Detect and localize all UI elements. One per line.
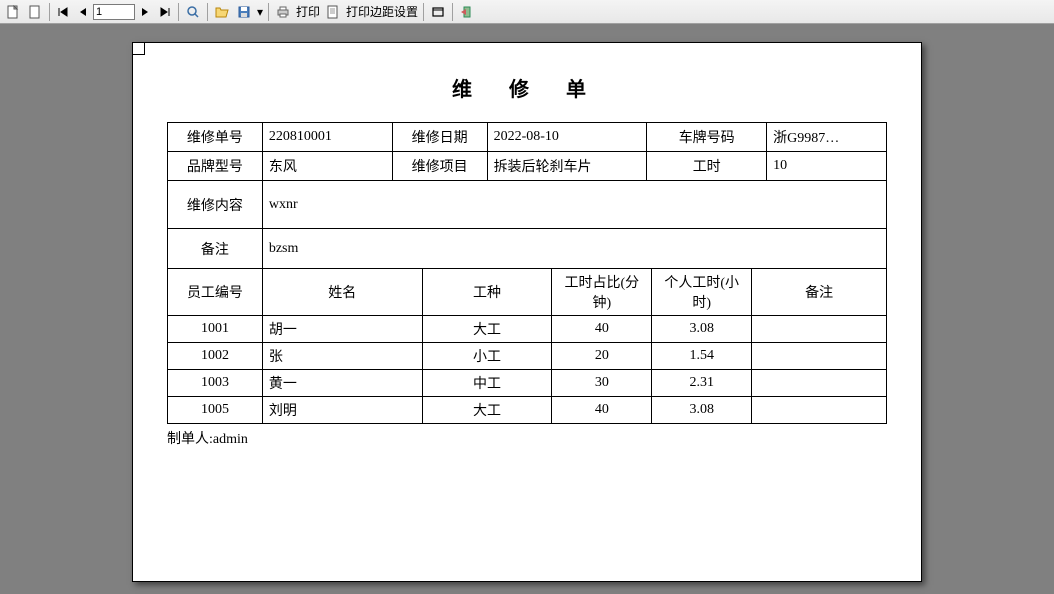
table-row: 1003黄一 中工302.31 <box>168 370 887 397</box>
value-plate-no: 浙G9987… <box>767 123 887 152</box>
first-page-icon[interactable] <box>53 2 73 22</box>
footer: 制单人:admin <box>167 428 887 448</box>
cell-no: 1001 <box>168 316 263 343</box>
emp-header-row: 员工编号 姓名 工种 工时占比(分钟) 个人工时(小时) 备注 <box>168 269 887 316</box>
cell-name: 胡一 <box>262 316 422 343</box>
info-row: 维修单号 220810001 维修日期 2022-08-10 车牌号码 浙G99… <box>168 123 887 152</box>
value-repair-content: wxnr <box>262 181 886 229</box>
table-row: 1002张小工201.54 <box>168 343 887 370</box>
preview-workspace: 维 修 单 维修单号 220810001 维修日期 2022-08-10 车牌号… <box>0 24 1054 594</box>
value-order-no: 220810001 <box>262 123 392 152</box>
cell-job: 中工 <box>422 370 552 397</box>
info-row: 备注 bzsm <box>168 229 887 269</box>
zoom-icon[interactable] <box>182 2 204 22</box>
cell-remark <box>752 343 887 370</box>
header-name: 姓名 <box>262 269 422 316</box>
toolbar: ▾ 打印 打印边距设置 <box>0 0 1054 24</box>
cell-name: 张 <box>262 343 422 370</box>
separator <box>423 3 424 21</box>
document-title: 维 修 单 <box>153 73 901 102</box>
label-plate-no: 车牌号码 <box>647 123 767 152</box>
cell-ratio: 40 <box>552 316 652 343</box>
value-repair-date: 2022-08-10 <box>487 123 647 152</box>
cell-ratio: 40 <box>552 397 652 424</box>
cell-hours: 1.54 <box>652 343 752 370</box>
separator <box>268 3 269 21</box>
margin-settings-label[interactable]: 打印边距设置 <box>344 3 420 20</box>
cell-hours: 2.31 <box>652 370 752 397</box>
document-page: 维 修 单 维修单号 220810001 维修日期 2022-08-10 车牌号… <box>132 42 922 582</box>
cell-job: 大工 <box>422 397 552 424</box>
header-emp-no: 员工编号 <box>168 269 263 316</box>
header-job-type: 工种 <box>422 269 552 316</box>
cell-ratio: 30 <box>552 370 652 397</box>
footer-value: admin <box>213 432 248 447</box>
info-row: 品牌型号 东风 维修项目 拆装后轮刹车片 工时 10 <box>168 152 887 181</box>
cell-hours: 3.08 <box>652 316 752 343</box>
cell-no: 1002 <box>168 343 263 370</box>
cell-remark <box>752 316 887 343</box>
open-folder-icon[interactable] <box>211 2 233 22</box>
cell-no: 1005 <box>168 397 263 424</box>
label-work-hours: 工时 <box>647 152 767 181</box>
label-brand-model: 品牌型号 <box>168 152 263 181</box>
header-remark: 备注 <box>752 269 887 316</box>
cell-hours: 3.08 <box>652 397 752 424</box>
value-remark: bzsm <box>262 229 886 269</box>
separator <box>178 3 179 21</box>
label-repair-item: 维修项目 <box>392 152 487 181</box>
info-table: 维修单号 220810001 维修日期 2022-08-10 车牌号码 浙G99… <box>167 122 887 269</box>
cell-job: 大工 <box>422 316 552 343</box>
label-repair-date: 维修日期 <box>392 123 487 152</box>
cell-remark <box>752 370 887 397</box>
table-row: 1001胡一 大工403.08 <box>168 316 887 343</box>
footer-label: 制单人: <box>167 432 213 447</box>
value-repair-item: 拆装后轮刹车片 <box>487 152 647 181</box>
separator <box>452 3 453 21</box>
header-ratio: 工时占比(分钟) <box>552 269 652 316</box>
margin-settings-icon[interactable] <box>322 2 344 22</box>
cell-name: 黄一 <box>262 370 422 397</box>
window-icon[interactable] <box>427 2 449 22</box>
cell-remark <box>752 397 887 424</box>
doc-icon[interactable] <box>24 2 46 22</box>
print-button[interactable] <box>272 2 294 22</box>
print-label[interactable]: 打印 <box>294 3 322 20</box>
label-repair-content: 维修内容 <box>168 181 263 229</box>
cell-name: 刘明 <box>262 397 422 424</box>
separator <box>49 3 50 21</box>
value-work-hours: 10 <box>767 152 887 181</box>
new-doc-icon[interactable] <box>2 2 24 22</box>
cell-job: 小工 <box>422 343 552 370</box>
save-icon[interactable] <box>233 2 255 22</box>
separator <box>207 3 208 21</box>
page-corner-icon <box>133 43 145 55</box>
header-personal-hours: 个人工时(小时) <box>652 269 752 316</box>
info-row: 维修内容 wxnr <box>168 181 887 229</box>
next-page-icon[interactable] <box>135 2 155 22</box>
label-remark: 备注 <box>168 229 263 269</box>
page-number-input[interactable] <box>93 4 135 20</box>
employee-table: 员工编号 姓名 工种 工时占比(分钟) 个人工时(小时) 备注 1001胡一 大… <box>167 268 887 424</box>
value-brand-model: 东风 <box>262 152 392 181</box>
table-row: 1005刘明 大工403.08 <box>168 397 887 424</box>
label-order-no: 维修单号 <box>168 123 263 152</box>
last-page-icon[interactable] <box>155 2 175 22</box>
save-dropdown-icon[interactable]: ▾ <box>255 5 265 19</box>
cell-no: 1003 <box>168 370 263 397</box>
exit-icon[interactable] <box>456 2 478 22</box>
prev-page-icon[interactable] <box>73 2 93 22</box>
cell-ratio: 20 <box>552 343 652 370</box>
